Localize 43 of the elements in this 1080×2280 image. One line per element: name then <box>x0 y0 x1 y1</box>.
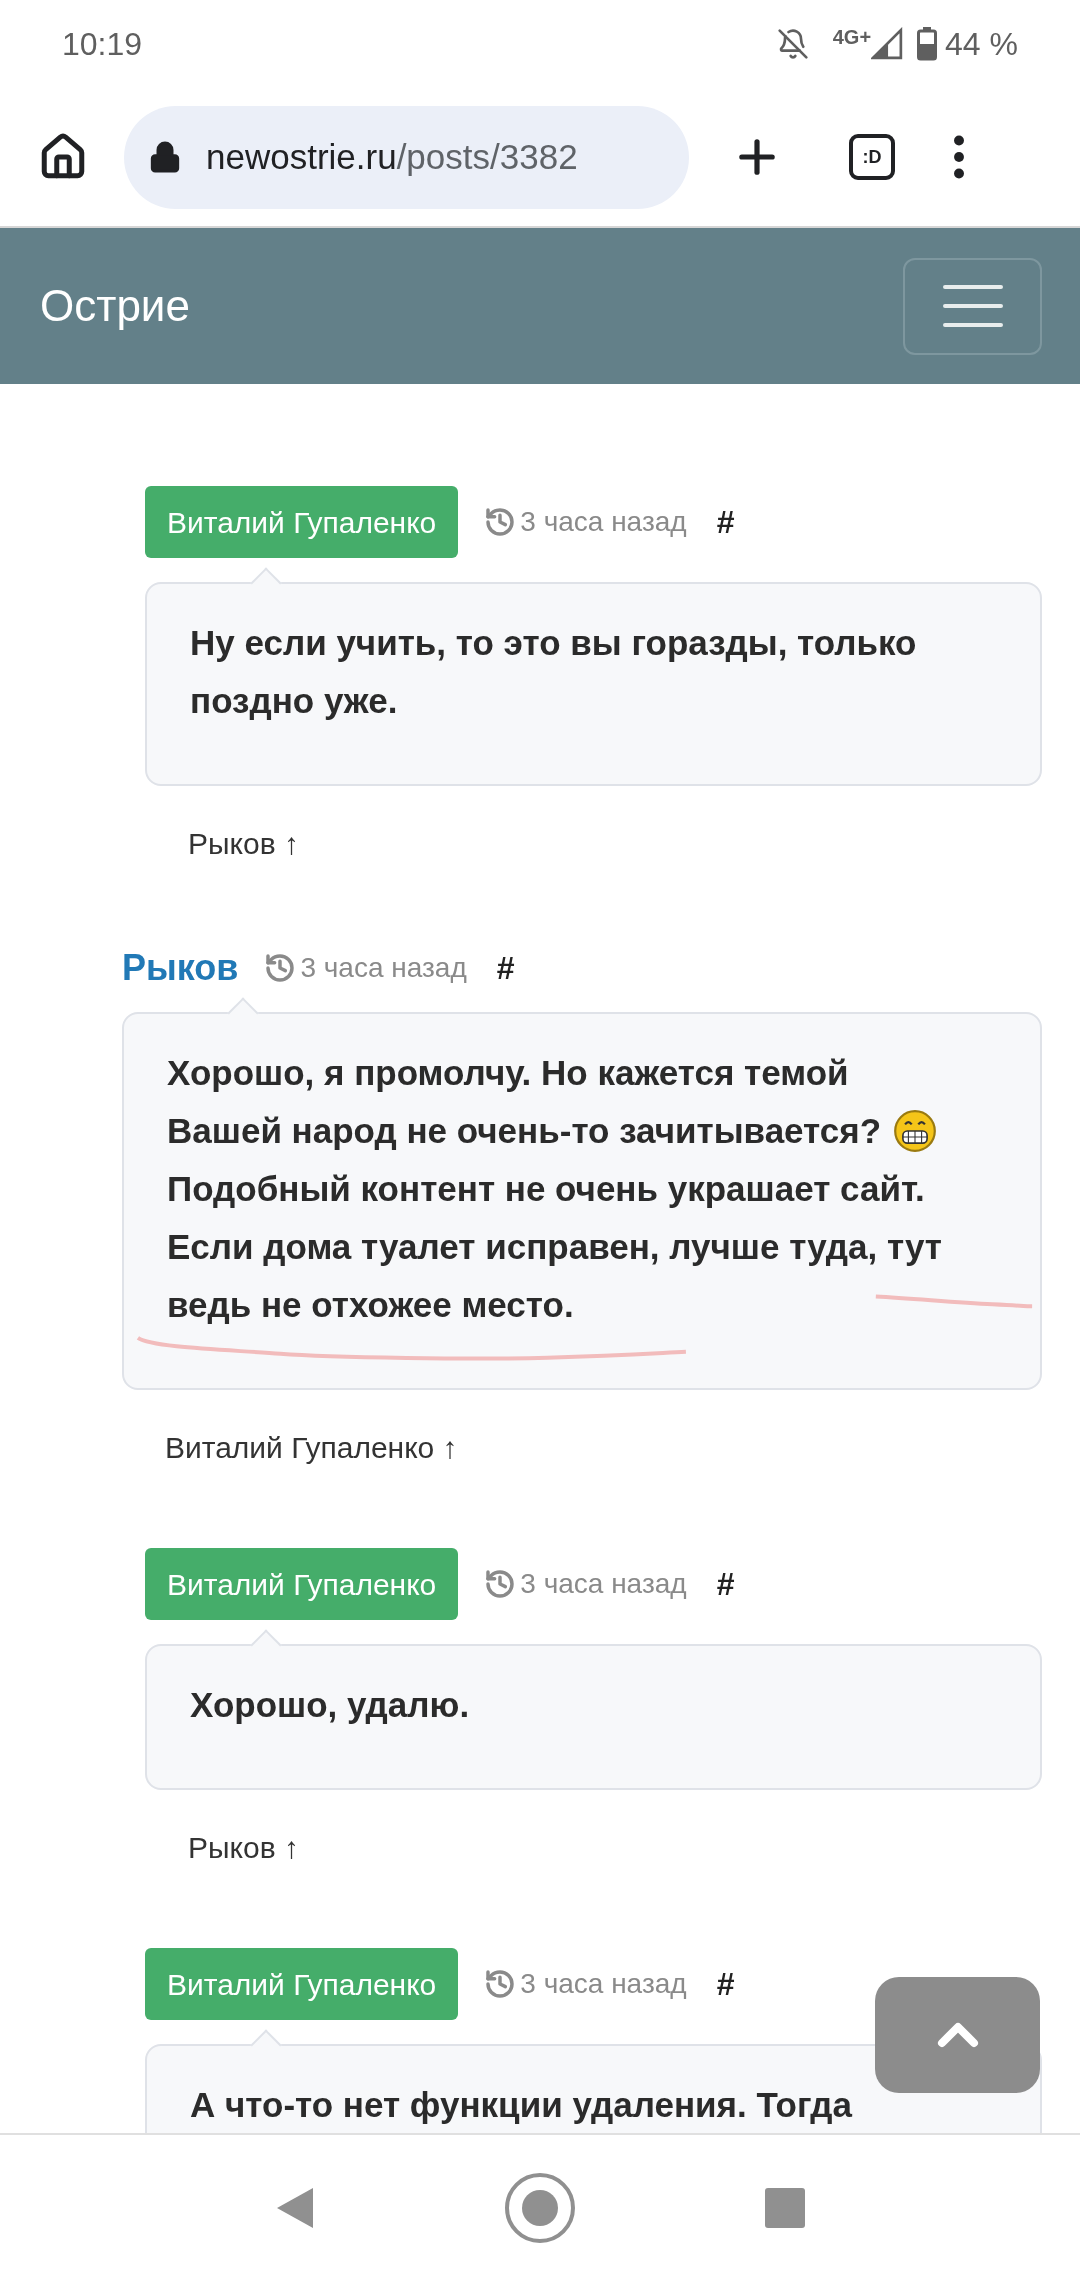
comment-text: Хорошо, я промолчу. Но кажется темой <box>167 1052 849 1094</box>
site-title[interactable]: Острие <box>40 273 190 339</box>
history-icon <box>484 506 517 538</box>
comment-time: 3 часа назад <box>520 505 687 539</box>
scroll-to-top-button[interactable] <box>875 1977 1040 2093</box>
network-type: 4G+ <box>832 25 872 50</box>
history-icon <box>484 1568 517 1600</box>
comment-text: поздно уже. <box>190 680 398 722</box>
history-icon <box>484 1968 517 2000</box>
comment-time: 3 часа назад <box>520 1967 687 2001</box>
recents-icon[interactable] <box>765 2187 806 2228</box>
menu-button[interactable] <box>903 257 1042 355</box>
comment-text: Ну если учить, то это вы горазды, только <box>190 622 917 664</box>
battery-level: 44 % <box>945 25 1018 64</box>
muted-bell-icon <box>776 28 809 60</box>
comment-anchor-link[interactable]: # <box>716 1560 735 1608</box>
author-link[interactable]: Рыков <box>122 941 239 995</box>
comment-text: Хорошо, удалю. <box>190 1684 470 1726</box>
reply-link[interactable]: Рыков ↑ <box>188 1828 1042 1868</box>
comment-time: 3 часа назад <box>300 951 467 985</box>
comment-text: Подобный контент не очень украшает сайт. <box>167 1168 925 1210</box>
comment-time: 3 часа назад <box>520 1567 687 1601</box>
home-circle-icon[interactable] <box>504 2171 576 2244</box>
address-bar[interactable]: newostrie.ru/posts/3382 <box>124 105 689 209</box>
comment-anchor-link[interactable]: # <box>716 1960 735 2008</box>
lock-icon <box>148 140 182 174</box>
grinning-emoji-icon <box>893 1109 938 1153</box>
comment-text: Если дома туалет исправен, лучше туда, тут <box>167 1226 942 1268</box>
comment-text: А что-то нет функции удаления. Тогда <box>190 2084 852 2126</box>
url-text: newostrie.ru/posts/3382 <box>206 135 578 178</box>
comment-text: Вашей народ не очень-то зачитывается? <box>167 1110 882 1152</box>
battery-icon <box>917 26 938 62</box>
reply-link[interactable]: Рыков ↑ <box>188 824 1042 864</box>
tab-switcher-button[interactable]: :D <box>849 134 895 180</box>
more-menu-icon[interactable] <box>953 135 965 179</box>
comment-anchor-link[interactable]: # <box>496 944 515 992</box>
comment-anchor-link[interactable]: # <box>716 498 735 546</box>
reply-link[interactable]: Виталий Гупаленко ↑ <box>165 1428 1042 1468</box>
status-time: 10:19 <box>62 25 143 64</box>
comment-text: ведь не отхожее место. <box>167 1284 574 1326</box>
signal-icon <box>871 27 904 61</box>
history-icon <box>264 952 297 984</box>
menu-icon <box>942 284 1003 328</box>
